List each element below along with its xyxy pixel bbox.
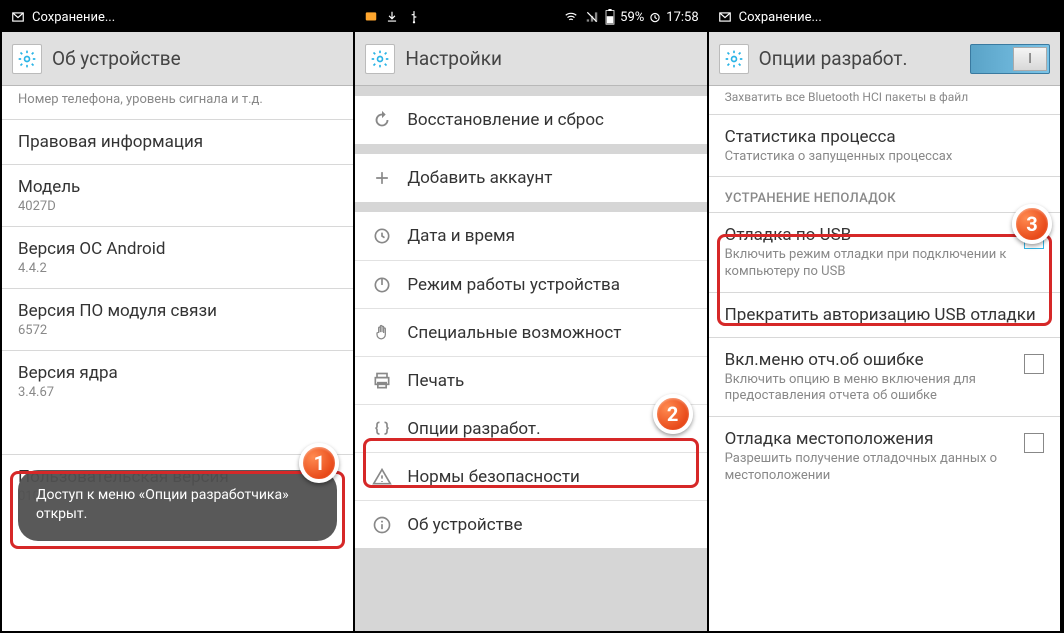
- alarm-icon: [648, 10, 662, 24]
- list-item-mock-location[interactable]: Отладка местоположения Разрешить получен…: [709, 416, 1060, 496]
- list-item-add-account[interactable]: Добавить аккаунт: [355, 154, 706, 202]
- list-item-safety[interactable]: Нормы безопасности: [355, 452, 706, 500]
- phone-panel-2: 59% 17:58 Настройки Восстановление и сбр…: [355, 2, 708, 631]
- bluetooth-hci-sub: Захватить все Bluetooth HCI пакеты в фай…: [709, 86, 1060, 115]
- list-item-backup-reset[interactable]: Восстановление и сброс: [355, 96, 706, 144]
- battery-pct: 59%: [620, 10, 644, 25]
- list-item-kernel[interactable]: Версия ядра 3.4.67: [2, 350, 353, 412]
- content[interactable]: Захватить все Bluetooth HCI пакеты в фай…: [709, 86, 1060, 631]
- clock-text: 17:58: [666, 10, 698, 25]
- list-item-power-mode[interactable]: Режим работы устройства: [355, 260, 706, 308]
- save-icon: [717, 10, 733, 24]
- phone-panel-1: Сохранение... Об устройстве Номер телефо…: [2, 2, 355, 631]
- statusbar: 59% 17:58: [355, 2, 706, 32]
- statusbar-text: Сохранение...: [739, 10, 822, 25]
- list-item-usb-debugging[interactable]: Отладка по USB Включить режим отладки пр…: [709, 212, 1060, 292]
- master-toggle[interactable]: I: [970, 44, 1050, 74]
- page-title: Опции разработ.: [759, 47, 908, 70]
- warning-icon: [371, 466, 393, 488]
- clock-icon: [371, 225, 393, 247]
- list-item-accessibility[interactable]: Специальные возможност: [355, 308, 706, 356]
- power-icon: [371, 274, 393, 296]
- page-title: Об устройстве: [52, 47, 181, 70]
- list-item-revoke-usb[interactable]: Прекратить авторизацию USB отладки: [709, 292, 1060, 337]
- list-item-print[interactable]: Печать: [355, 356, 706, 404]
- topbar: Об устройстве: [2, 32, 353, 86]
- toast-developer-unlocked: Доступ к меню «Опции разработчика» откры…: [18, 470, 337, 541]
- list-item-legal[interactable]: Правовая информация: [2, 119, 353, 164]
- download-icon: [385, 10, 401, 24]
- list-item-baseband[interactable]: Версия ПО модуля связи 6572: [2, 288, 353, 350]
- header-sub: Номер телефона, уровень сигнала и т.д.: [2, 86, 353, 119]
- page-title: Настройки: [405, 47, 502, 70]
- settings-gear-icon[interactable]: [719, 44, 749, 74]
- step-badge-3: 3: [1012, 204, 1052, 244]
- print-icon: [371, 370, 393, 392]
- braces-icon: [371, 418, 393, 440]
- list-item-process-stats[interactable]: Статистика процесса Статистика о запущен…: [709, 115, 1060, 176]
- checkbox-bugreport[interactable]: [1024, 354, 1044, 374]
- topbar: Настройки: [355, 32, 706, 86]
- section-heading: УСТРАНЕНИЕ НЕПОЛАДОК: [709, 176, 1060, 212]
- step-badge-2: 2: [653, 394, 693, 434]
- wifi-icon: [562, 10, 580, 24]
- info-icon: [371, 514, 393, 536]
- list-item-android-version[interactable]: Версия ОС Android 4.4.2: [2, 226, 353, 288]
- statusbar: Сохранение...: [2, 2, 353, 32]
- list-item-bugreport-menu[interactable]: Вкл.меню отч.об ошибке Включить опцию в …: [709, 337, 1060, 417]
- list-item-model[interactable]: Модель 4027D: [2, 164, 353, 226]
- statusbar: Сохранение...: [709, 2, 1060, 32]
- sms-icon: [363, 10, 379, 24]
- topbar: Опции разработ. I: [709, 32, 1060, 86]
- checkbox-mock-location[interactable]: [1024, 433, 1044, 453]
- settings-gear-icon[interactable]: [12, 44, 42, 74]
- plus-icon: [371, 167, 393, 189]
- save-icon: [10, 10, 26, 24]
- phone-panel-3: Сохранение... Опции разработ. I Захватит…: [709, 2, 1062, 631]
- list-item-about[interactable]: Об устройстве: [355, 500, 706, 548]
- battery-icon: [604, 9, 616, 25]
- list-item-date-time[interactable]: Дата и время: [355, 212, 706, 260]
- hand-icon: [371, 322, 393, 344]
- restore-icon: [371, 109, 393, 131]
- content: Номер телефона, уровень сигнала и т.д. П…: [2, 86, 353, 631]
- signal-icon: [584, 10, 600, 24]
- settings-gear-icon[interactable]: [365, 44, 395, 74]
- content[interactable]: Восстановление и сброс Добавить аккаунт …: [355, 86, 706, 631]
- usb-icon: [407, 10, 423, 24]
- statusbar-text: Сохранение...: [32, 10, 115, 25]
